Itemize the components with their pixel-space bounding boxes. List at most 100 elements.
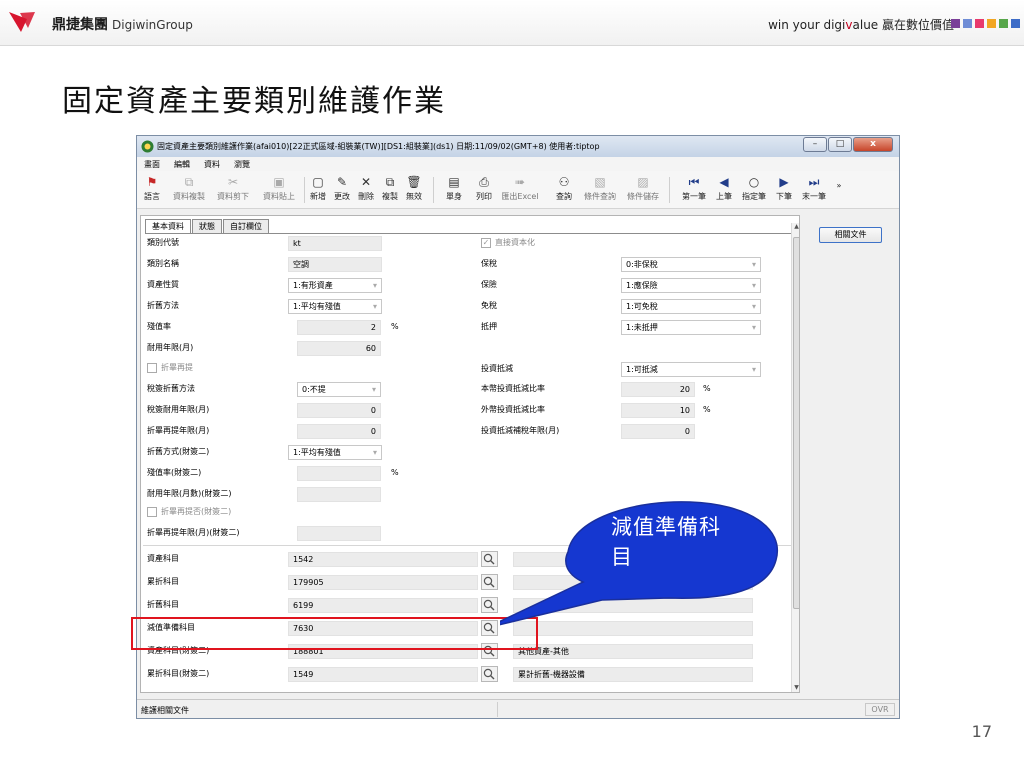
digiwin-logo-icon	[9, 12, 35, 32]
depr-method-2-select[interactable]: 1:平均有殘值	[288, 445, 382, 460]
brand-group: DigiwinGroup	[112, 18, 193, 32]
bonded-select[interactable]: 0:非保稅	[621, 257, 761, 272]
paste-data-button[interactable]: ▣ 資料貼上	[259, 174, 299, 206]
category-code-field[interactable]: kt	[288, 236, 382, 251]
category-name-label: 類別名稱	[147, 259, 179, 268]
slogan-accent: v	[845, 18, 853, 32]
toolbar-separator	[433, 177, 434, 203]
related-docs-button[interactable]: 相關文件	[819, 227, 882, 243]
account-lookup-button[interactable]	[481, 597, 498, 613]
cut-data-button[interactable]: ✂ 資料剪下	[213, 174, 253, 206]
binoculars-icon: ⚇	[558, 175, 570, 189]
foreign-deduct-rate-unit: %	[703, 405, 711, 414]
menu-edit[interactable]: 編輯	[167, 157, 197, 171]
toolbar-overflow-button[interactable]: »	[833, 181, 845, 213]
copy-icon: ⧉	[184, 175, 194, 189]
menu-screen[interactable]: 畫面	[137, 157, 167, 171]
print-button[interactable]: ⎙ 列印	[473, 174, 495, 206]
lang-button[interactable]: ⚑ 語言	[141, 174, 163, 206]
brand-name: 鼎捷集團	[52, 17, 108, 33]
goto-record-button[interactable]: ○ 指定筆	[739, 174, 769, 206]
menu-bar: 畫面 編輯 資料 瀏覽	[137, 157, 899, 171]
invest-deduct-select[interactable]: 1:可抵減	[621, 362, 761, 377]
asset-nature-select[interactable]: 1:有形資產	[288, 278, 382, 293]
prev-record-button[interactable]: ◀ 上筆	[713, 174, 735, 206]
account-lookup-button[interactable]	[481, 574, 498, 590]
duplicate-button[interactable]: ⧉ 複製	[379, 174, 401, 206]
void-button[interactable]: 🗑 無效	[403, 174, 425, 206]
tab-custom-fields[interactable]: 自訂欄位	[223, 219, 269, 233]
search-icon	[483, 576, 495, 588]
useful-life-label: 耐用年限(月)	[147, 343, 194, 352]
pledge-select[interactable]: 1:未抵押	[621, 320, 761, 335]
menu-data[interactable]: 資料	[197, 157, 227, 171]
residual-rate-2-field[interactable]	[297, 466, 381, 481]
single-button[interactable]: ▤ 單身	[443, 174, 465, 206]
search-icon	[483, 599, 495, 611]
minimize-button[interactable]: –	[803, 137, 827, 152]
reprov-life-2-field[interactable]	[297, 526, 381, 541]
window-titlebar[interactable]: 固定資產主要類別維護作業(afai010)[22正式區域-組裝業(TW)][DS…	[137, 136, 899, 157]
toolbar-separator	[669, 177, 670, 203]
export-excel-button[interactable]: ➠ 匯出Excel	[499, 174, 541, 206]
copy-data-button[interactable]: ⧉ 資料複製	[169, 174, 209, 206]
residual-rate-field[interactable]: 2	[297, 320, 381, 335]
useful-life-field[interactable]: 60	[297, 341, 381, 356]
deduct-years-field[interactable]: 0	[621, 424, 695, 439]
presentation-slide: 鼎捷集團 DigiwinGroup win your digivalue 贏在數位…	[0, 0, 1024, 768]
tax-depr-method-label: 稅簽折舊方法	[147, 384, 195, 393]
toolbar: ⚑ 語言 ⧉ 資料複製 ✂ 資料剪下 ▣ 資料貼上 ▢ 新增 ✎ 更改 ✕ 刪除 ⧉ 複製 🗑 無…	[137, 171, 899, 209]
tab-basic[interactable]: 基本資料	[145, 219, 191, 234]
deduct-years-label: 投資抵減補稅年限(月)	[481, 426, 560, 435]
local-deduct-rate-field[interactable]: 20	[621, 382, 695, 397]
new-file-icon: ▢	[312, 175, 324, 189]
slogan-prefix: win your digi	[768, 18, 846, 32]
scroll-down-icon[interactable]: ▼	[792, 684, 799, 692]
modify-button[interactable]: ✎ 更改	[331, 174, 353, 206]
category-name-field[interactable]: 空調	[288, 257, 382, 272]
color-block	[975, 19, 984, 28]
depr-method-select[interactable]: 1:平均有殘值	[288, 299, 382, 314]
next-record-button[interactable]: ▶ 下筆	[773, 174, 795, 206]
new-button[interactable]: ▢ 新增	[307, 174, 329, 206]
prev-icon: ◀	[719, 175, 729, 189]
account-code-field[interactable]: 6199	[288, 598, 478, 613]
tab-status[interactable]: 狀態	[192, 219, 222, 233]
tax-depr-method-select[interactable]: 0:不提	[297, 382, 381, 397]
query-button[interactable]: ⚇ 查詢	[553, 174, 575, 206]
cond-query-button[interactable]: ▧ 條件查詢	[580, 174, 620, 206]
foreign-deduct-rate-field[interactable]: 10	[621, 403, 695, 418]
reprov-flag-2-checkbox[interactable]	[147, 507, 157, 517]
account-code-field[interactable]: 179905	[288, 575, 478, 590]
reprov-life-label: 折畢再提年限(月)	[147, 426, 210, 435]
search-icon	[483, 553, 495, 565]
speech-bubble-icon: ○	[748, 175, 760, 189]
account-code-field[interactable]: 1542	[288, 552, 478, 567]
tax-exempt-select[interactable]: 1:可免稅	[621, 299, 761, 314]
scroll-up-icon[interactable]: ▲	[792, 223, 799, 232]
cond-save-button[interactable]: ▨ 條件儲存	[623, 174, 663, 206]
bonded-label: 保稅	[481, 259, 497, 268]
account-code-field[interactable]: 1549	[288, 667, 478, 682]
tax-useful-life-field[interactable]: 0	[297, 403, 381, 418]
account-lookup-button[interactable]	[481, 666, 498, 682]
residual-rate-2-unit: %	[391, 468, 399, 477]
reprov-flag-2-label: 折畢再提否(財簽二)	[161, 507, 232, 516]
first-record-button[interactable]: ⏮ 第一筆	[679, 174, 709, 206]
direct-capitalize-label: 直接資本化	[495, 238, 535, 247]
insurance-select[interactable]: 1:應保險	[621, 278, 761, 293]
direct-capitalize-checkbox[interactable]: ✓	[481, 238, 491, 248]
maximize-button[interactable]: □	[828, 137, 852, 152]
delete-x-icon: ✕	[360, 175, 372, 189]
close-button[interactable]: x	[853, 137, 893, 152]
account-lookup-button[interactable]	[481, 551, 498, 567]
reprov-life-field[interactable]: 0	[297, 424, 381, 439]
useful-life-2-field[interactable]	[297, 487, 381, 502]
slogan-suffix: alue 贏在數位價值	[852, 18, 955, 32]
last-record-button[interactable]: ⏭ 末一筆	[799, 174, 829, 206]
menu-browse[interactable]: 瀏覽	[227, 157, 257, 171]
local-deduct-rate-unit: %	[703, 384, 711, 393]
scissors-icon: ✂	[227, 175, 239, 189]
delete-button[interactable]: ✕ 刪除	[355, 174, 377, 206]
depr-reprovision-checkbox[interactable]	[147, 363, 157, 373]
